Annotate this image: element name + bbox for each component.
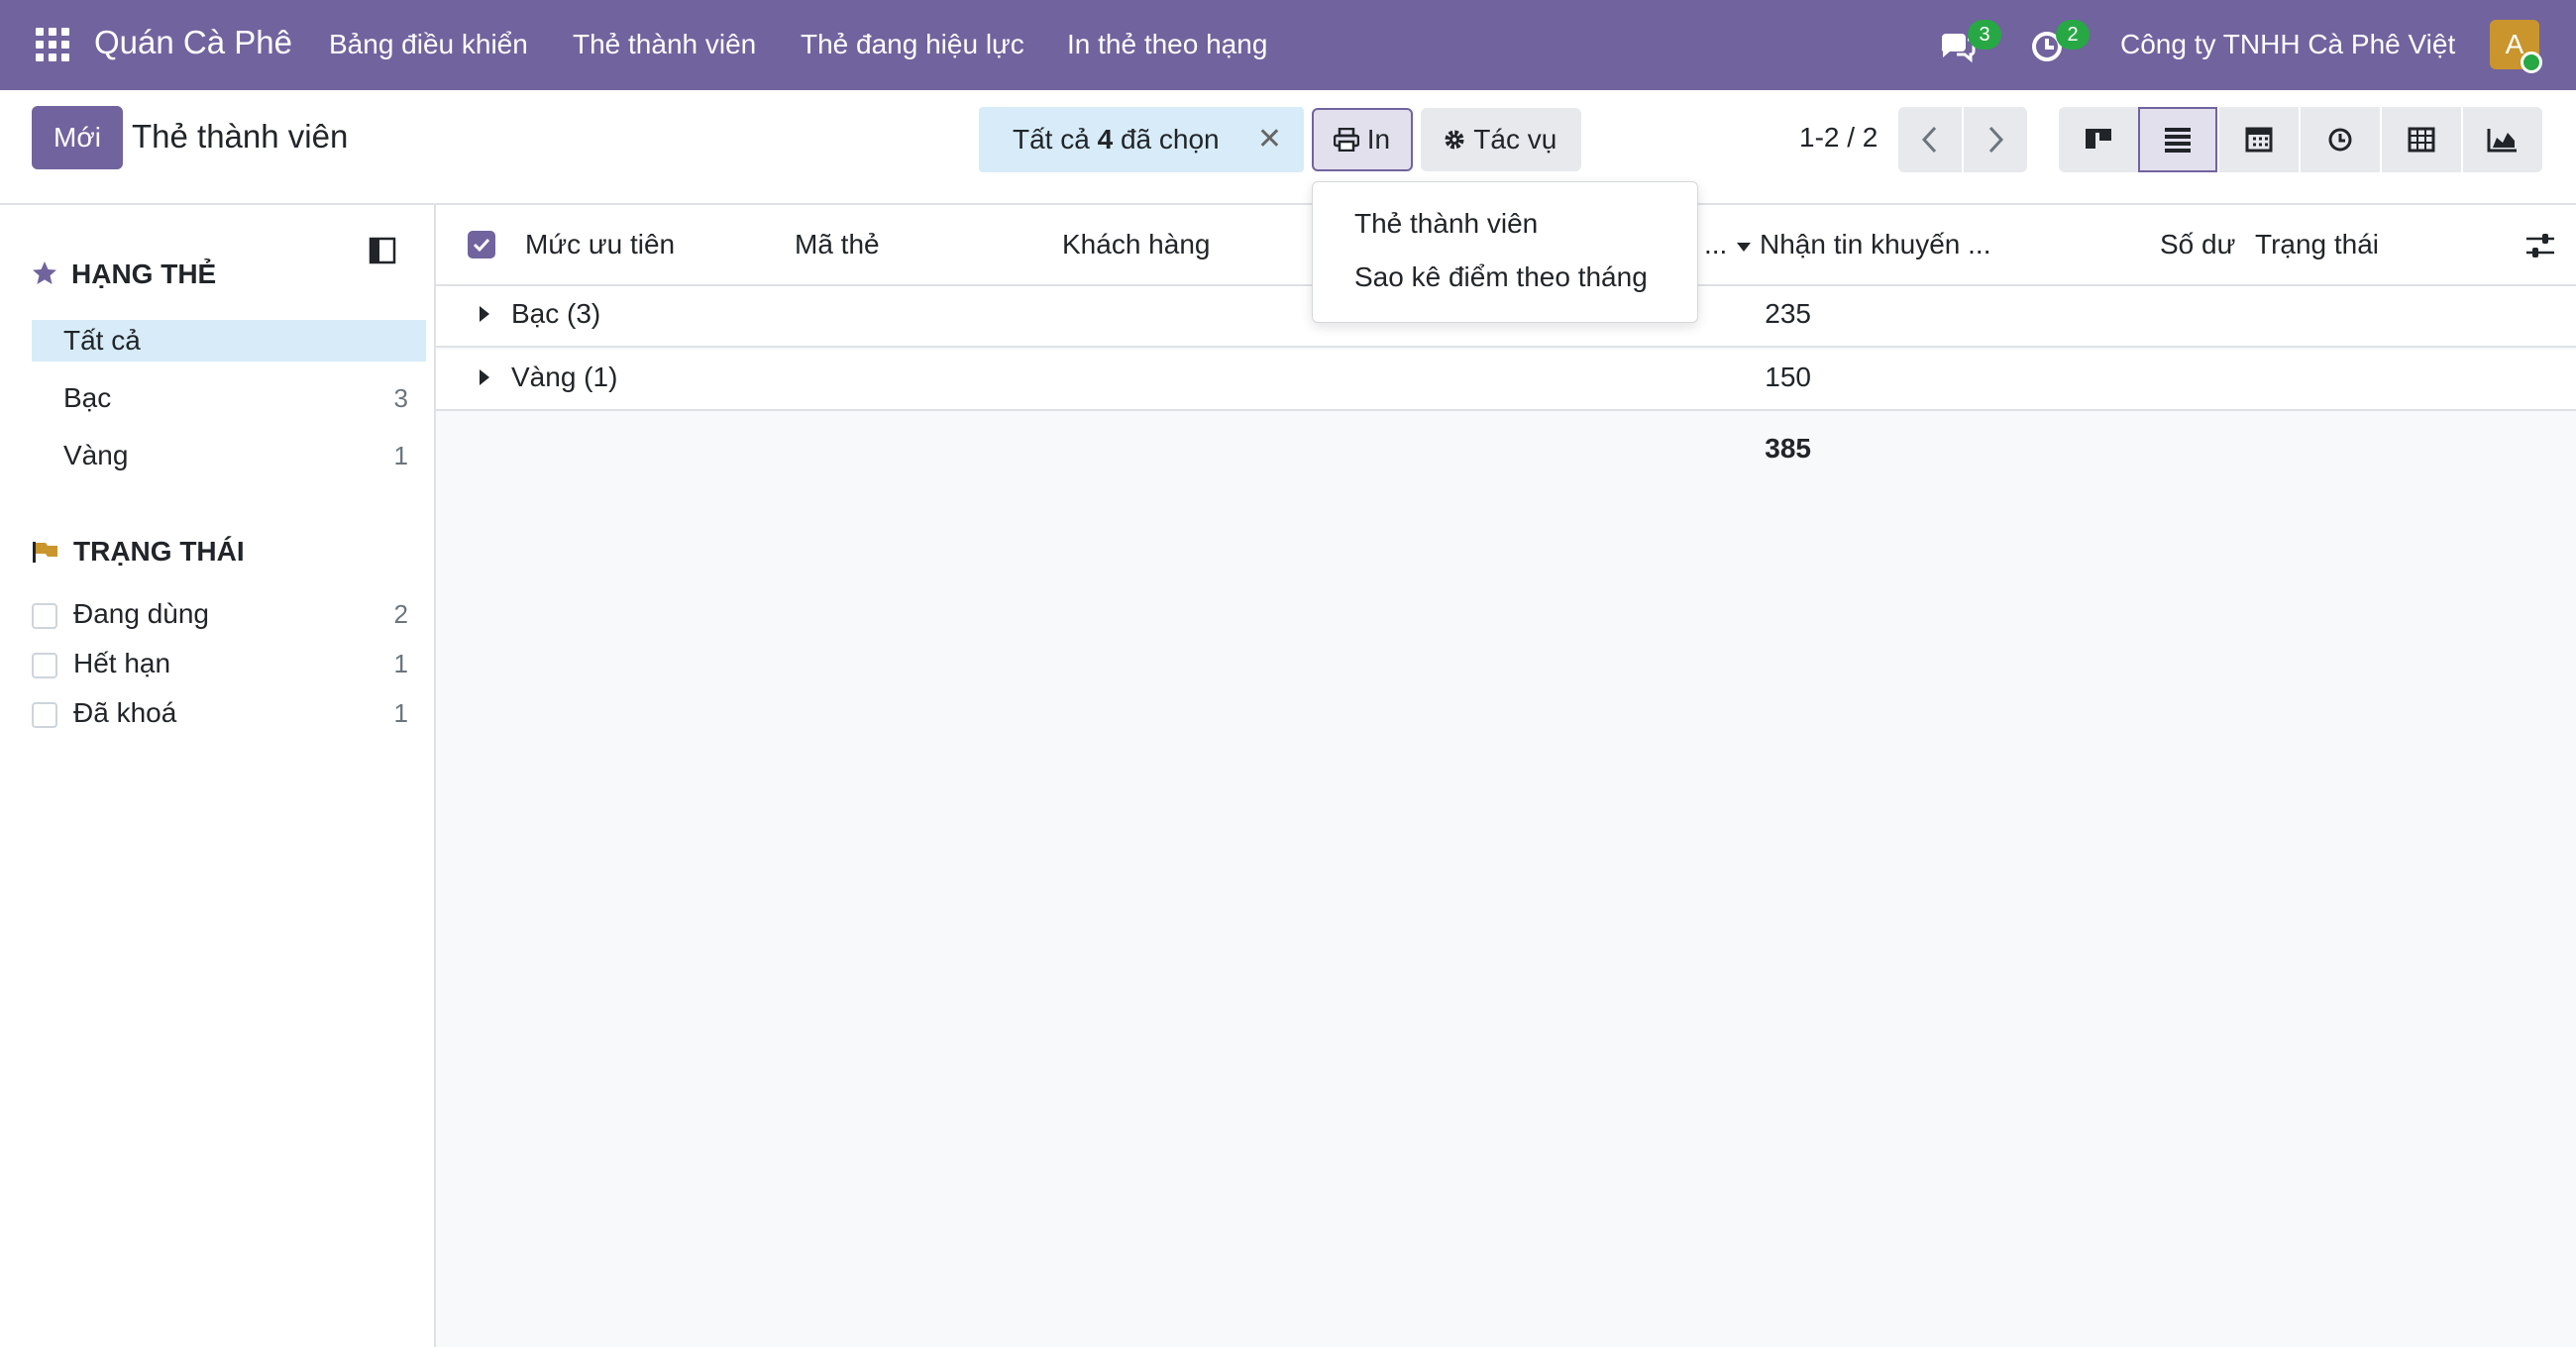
tier-label: Vàng <box>63 440 129 470</box>
chevron-right-icon <box>1988 126 2004 154</box>
status-count: 2 <box>393 599 408 629</box>
tier-filter-all[interactable]: Tất cả <box>32 320 426 362</box>
view-activity-button[interactable] <box>2301 107 2380 172</box>
status-filter-in-use[interactable]: Đang dùng 2 <box>32 594 426 634</box>
tier-label: Tất cả <box>63 325 141 356</box>
column-balance[interactable]: Số dư <box>2160 229 2235 260</box>
view-kanban-button[interactable] <box>2059 107 2138 172</box>
clear-selection-icon[interactable]: ✕ <box>1257 107 1282 172</box>
menu-print-by-tier[interactable]: In thẻ theo hạng <box>1067 29 1267 60</box>
list-view: Mức ưu tiên Mã thẻ Khách hàng ... Nhận t… <box>436 205 2576 1347</box>
menu-dashboard[interactable]: Bảng điều khiển <box>329 29 528 60</box>
printer-icon <box>1333 127 1360 153</box>
status-checkbox[interactable] <box>32 603 57 629</box>
view-pivot-button[interactable] <box>2382 107 2461 172</box>
messages-badge: 3 <box>1968 20 2001 50</box>
top-navbar: Quán Cà Phê Bảng điều khiển Thẻ thành vi… <box>0 0 2576 90</box>
print-dropdown-menu: Thẻ thành viên Sao kê điểm theo tháng <box>1312 181 1698 323</box>
print-monthly-statement-item[interactable]: Sao kê điểm theo tháng <box>1354 261 1648 293</box>
print-member-card-item[interactable]: Thẻ thành viên <box>1354 208 1538 240</box>
area-chart-icon <box>2487 129 2517 153</box>
status-count: 1 <box>393 649 408 678</box>
search-panel: HẠNG THẺ Tất cả Bạc 3 Vàng 1 TRẠNG THÁI … <box>0 205 436 1347</box>
selection-indicator[interactable]: Tất cả 4 đã chọn ✕ <box>979 107 1304 172</box>
status-checkbox[interactable] <box>32 702 57 728</box>
tier-filter-gold[interactable]: Vàng 1 <box>32 435 426 476</box>
column-card-code[interactable]: Mã thẻ <box>795 229 880 260</box>
status-section-header: TRẠNG THÁI <box>32 536 245 568</box>
status-header-label: TRẠNG THÁI <box>73 536 245 567</box>
status-label: Đã khoá <box>73 697 177 728</box>
pager-value[interactable]: 1-2 / 2 <box>1799 122 1878 154</box>
tier-filter-silver[interactable]: Bạc 3 <box>32 377 426 419</box>
column-status[interactable]: Trạng thái <box>2255 229 2379 260</box>
flag-icon <box>33 542 57 563</box>
list-icon <box>2165 128 2191 153</box>
status-filter-locked[interactable]: Đã khoá 1 <box>32 693 426 733</box>
star-icon <box>33 261 56 284</box>
control-panel: Mới Thẻ thành viên Tất cả 4 đã chọn ✕ In… <box>0 90 2576 205</box>
view-graph-button[interactable] <box>2463 107 2542 172</box>
select-all-checkbox[interactable] <box>468 231 495 259</box>
sort-descending-icon <box>1737 243 1752 252</box>
new-button[interactable]: Mới <box>32 106 123 169</box>
selection-count: 4 <box>1097 124 1114 155</box>
total-sum: 385 <box>1765 433 1811 464</box>
group-row-gold[interactable]: Vàng (1) 150 <box>436 350 2576 411</box>
status-count: 1 <box>393 698 408 728</box>
gear-icon <box>1445 130 1464 150</box>
view-list-button[interactable] <box>2138 107 2217 172</box>
tier-section-header: HẠNG THẺ <box>32 259 216 290</box>
column-customer[interactable]: Khách hàng <box>1062 229 1210 260</box>
group-label: Vàng (1) <box>511 362 618 392</box>
tier-count: 1 <box>393 441 408 470</box>
online-status-dot <box>2521 52 2542 73</box>
view-calendar-button[interactable] <box>2219 107 2299 172</box>
optional-columns-icon[interactable] <box>2524 231 2556 260</box>
apps-menu-icon[interactable] <box>36 28 69 61</box>
tier-header-label: HẠNG THẺ <box>71 259 217 289</box>
column-priority[interactable]: Mức ưu tiên <box>525 229 675 260</box>
pager-previous-button[interactable] <box>1898 107 1962 172</box>
tier-count: 3 <box>393 383 408 413</box>
print-button[interactable]: In <box>1312 108 1413 171</box>
status-filter-expired[interactable]: Hết hạn 1 <box>32 644 426 683</box>
pivot-table-icon <box>2408 127 2435 153</box>
caret-right-icon <box>480 306 489 322</box>
status-label: Hết hạn <box>73 648 171 678</box>
page-title: Thẻ thành viên <box>132 118 349 155</box>
app-brand[interactable]: Quán Cà Phê <box>94 24 292 61</box>
action-label: Tác vụ <box>1473 124 1557 155</box>
tier-label: Bạc <box>63 382 112 413</box>
company-switcher[interactable]: Công ty TNHH Cà Phê Việt <box>2120 29 2455 60</box>
column-points[interactable]: ... <box>1704 229 1753 260</box>
action-button[interactable]: Tác vụ <box>1421 108 1581 171</box>
group-sum: 150 <box>1765 362 1811 392</box>
kanban-icon <box>2086 129 2111 149</box>
menu-member-cards[interactable]: Thẻ thành viên <box>573 29 756 60</box>
clock-icon <box>2328 128 2352 152</box>
toggle-panel-icon[interactable] <box>369 237 396 264</box>
group-label: Bạc (3) <box>511 298 601 329</box>
activities-badge: 2 <box>2056 20 2090 50</box>
selection-suffix: đã chọn <box>1113 124 1220 155</box>
pager-next-button[interactable] <box>1964 107 2027 172</box>
menu-active-cards[interactable]: Thẻ đang hiệu lực <box>801 29 1024 60</box>
column-points-label: ... <box>1704 229 1728 259</box>
check-icon <box>473 238 490 253</box>
calendar-icon <box>2245 127 2273 153</box>
chevron-left-icon <box>1921 126 1937 154</box>
caret-right-icon <box>480 369 489 385</box>
status-checkbox[interactable] <box>32 653 57 678</box>
status-label: Đang dùng <box>73 598 210 629</box>
print-label: In <box>1366 124 1391 155</box>
column-promo-opt-in[interactable]: Nhận tin khuyến ... <box>1760 229 1990 260</box>
selection-prefix: Tất cả <box>1013 124 1098 155</box>
